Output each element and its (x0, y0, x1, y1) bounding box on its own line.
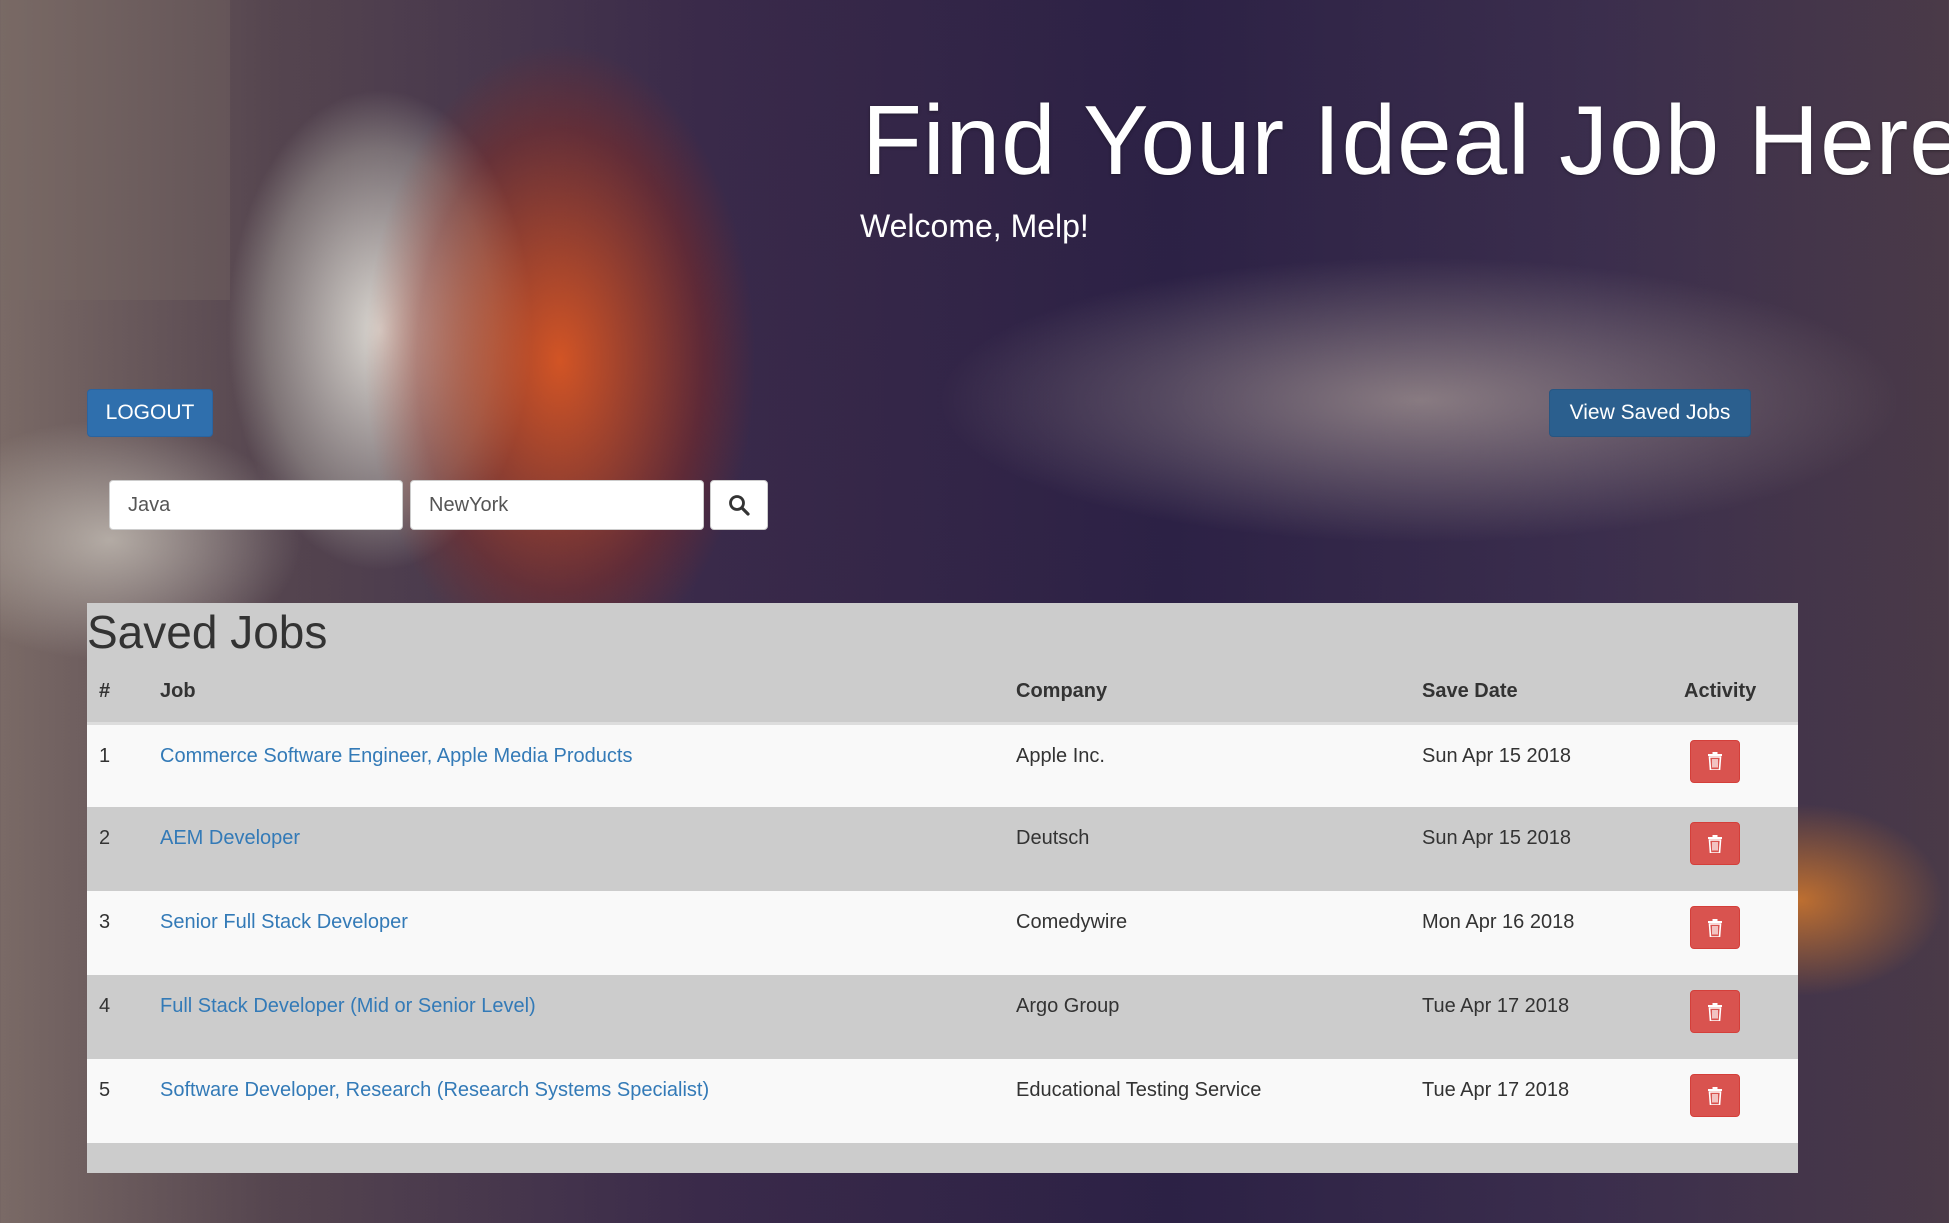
trash-icon (1708, 1002, 1722, 1021)
delete-job-button[interactable] (1690, 990, 1740, 1033)
location-input[interactable] (410, 480, 704, 530)
job-title-link[interactable]: Senior Full Stack Developer (160, 911, 408, 933)
column-header-activity: Activity (1672, 661, 1798, 725)
company-name: Deutsch (1004, 807, 1410, 891)
job-title-link[interactable]: Software Developer, Research (Research S… (160, 1079, 709, 1101)
column-header-job: Job (148, 661, 1004, 725)
table-row: 3 Senior Full Stack Developer Comedywire… (87, 891, 1798, 975)
row-number: 2 (87, 807, 148, 891)
table-row: 5 Software Developer, Research (Research… (87, 1059, 1798, 1143)
saved-jobs-panel: Saved Jobs # Job Company Save Date Activ… (87, 603, 1798, 1173)
trash-icon (1708, 918, 1722, 937)
table-row: 1 Commerce Software Engineer, Apple Medi… (87, 723, 1798, 807)
job-title-link[interactable]: AEM Developer (160, 827, 300, 849)
search-icon (729, 495, 750, 516)
column-header-number: # (87, 661, 148, 725)
save-date: Tue Apr 17 2018 (1410, 1059, 1672, 1143)
delete-job-button[interactable] (1690, 822, 1740, 865)
welcome-message: Welcome, Melp! (860, 208, 1089, 244)
delete-job-button[interactable] (1690, 906, 1740, 949)
table-row: 2 AEM Developer Deutsch Sun Apr 15 2018 (87, 807, 1798, 891)
saved-jobs-title: Saved Jobs (87, 606, 328, 658)
trash-icon (1708, 752, 1722, 770)
job-title-link[interactable]: Commerce Software Engineer, Apple Media … (160, 745, 632, 767)
row-number: 3 (87, 891, 148, 975)
job-title-link[interactable]: Full Stack Developer (Mid or Senior Leve… (160, 995, 536, 1017)
save-date: Mon Apr 16 2018 (1410, 891, 1672, 975)
table-header-row: # Job Company Save Date Activity (87, 661, 1798, 725)
job-keyword-input[interactable] (109, 480, 403, 530)
search-button[interactable] (710, 480, 768, 530)
logout-button[interactable]: LOGOUT (87, 389, 213, 437)
trash-icon (1708, 834, 1722, 853)
save-date: Tue Apr 17 2018 (1410, 975, 1672, 1059)
save-date: Sun Apr 15 2018 (1410, 807, 1672, 891)
delete-job-button[interactable] (1690, 1074, 1740, 1117)
delete-job-button[interactable] (1690, 739, 1740, 783)
column-header-save-date: Save Date (1410, 661, 1672, 725)
background-decoration (0, 0, 230, 300)
company-name: Educational Testing Service (1004, 1059, 1410, 1143)
row-number: 5 (87, 1059, 148, 1143)
view-saved-jobs-button[interactable]: View Saved Jobs (1549, 389, 1751, 437)
trash-icon (1708, 1086, 1722, 1105)
saved-jobs-table: # Job Company Save Date Activity 1 Comme… (87, 661, 1798, 1143)
company-name: Comedywire (1004, 891, 1410, 975)
column-header-company: Company (1004, 661, 1410, 725)
row-number: 4 (87, 975, 148, 1059)
company-name: Apple Inc. (1004, 723, 1410, 807)
hero-title: Find Your Ideal Job Here (862, 85, 1949, 195)
row-number: 1 (87, 723, 148, 807)
save-date: Sun Apr 15 2018 (1410, 723, 1672, 807)
company-name: Argo Group (1004, 975, 1410, 1059)
table-row: 4 Full Stack Developer (Mid or Senior Le… (87, 975, 1798, 1059)
